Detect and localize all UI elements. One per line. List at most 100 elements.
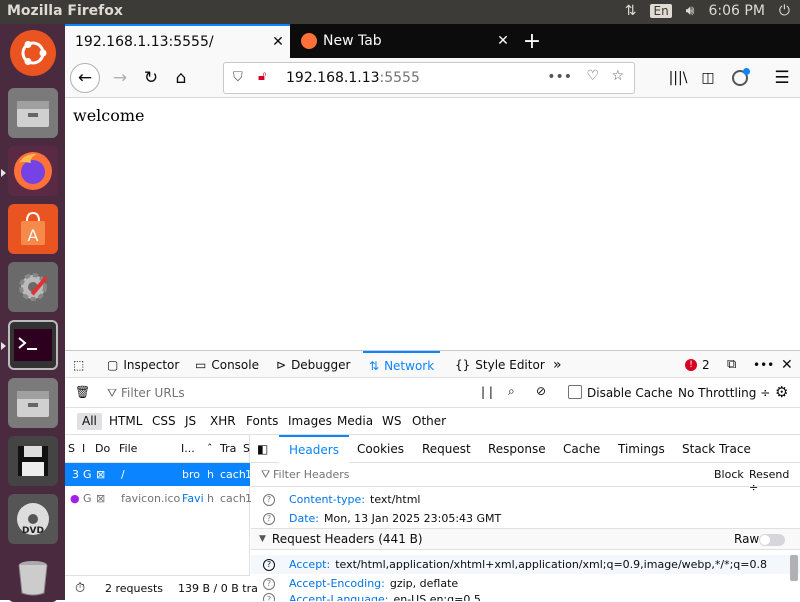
column-domain[interactable]: Do [95,435,110,462]
dvd-icon[interactable]: DVD [8,494,58,544]
filter-xhr[interactable]: XHR [205,413,241,430]
request-row[interactable]: 3 G ⊠ / bro h cach 1 [65,463,252,486]
volume-icon[interactable]: 🔊︎ [686,3,695,19]
expand-triangle-icon[interactable]: ▼ [259,534,266,544]
software-center-icon[interactable]: A [8,204,58,254]
tab-network[interactable]: ⇅ Network [363,351,441,378]
tab-new-tab[interactable]: New Tab ✕ [293,24,515,58]
shield-icon[interactable]: ⛉ [233,70,243,85]
more-tools-chevron-icon[interactable]: » [553,351,562,378]
ubuntu-dash-icon[interactable] [10,30,56,76]
request-row[interactable]: ● G ⊠ favicon.ico Favi h cach 1 [65,487,252,510]
url-bar[interactable]: ⛉ 🔓︎ 192.168.1.13:5555 ••• ♡ ☆ [223,62,635,94]
performance-stopwatch-icon[interactable]: ⏱ [75,581,85,596]
reload-button[interactable]: ↻ [136,63,166,93]
sidebar-icon[interactable]: ◫ [693,63,723,93]
running-indicator [1,342,6,350]
filter-js[interactable]: JS [180,413,201,430]
filter-headers-input[interactable]: Filter Headers [273,468,350,481]
dock-options-icon[interactable]: ⧉ [727,351,736,378]
tab-cache[interactable]: Cache [563,435,600,463]
close-icon[interactable]: ✕ [266,34,290,50]
element-picker-icon[interactable]: ⬚ [73,351,84,378]
search-icon[interactable]: ⌕ [508,384,515,399]
tab-stack-trace[interactable]: Stack Trace [682,435,751,463]
block-icon[interactable]: ⊘ [536,384,546,398]
home-button[interactable]: ⌂ [166,63,196,93]
filter-all[interactable]: All [77,413,102,430]
back-button[interactable]: ← [70,63,100,93]
filter-ws[interactable]: WS [377,413,406,430]
hamburger-menu-icon[interactable]: ☰ [767,63,797,93]
filter-media[interactable]: Media [332,413,378,430]
tab-request[interactable]: Request [422,435,471,463]
terminal-icon[interactable] [8,320,58,370]
column-status[interactable]: S [68,435,75,462]
tab-response[interactable]: Response [488,435,546,463]
disable-cache-checkbox[interactable] [568,385,582,399]
keyboard-language-indicator[interactable]: En [650,4,672,18]
forward-button[interactable]: → [105,63,135,93]
column-initiator[interactable]: I... [181,435,195,462]
firefox-icon[interactable] [8,146,58,196]
error-icon: ! [685,358,697,371]
block-button[interactable]: Block [714,468,744,481]
tab-active[interactable]: 192.168.1.13:5555/ ✕ [65,24,290,58]
tab-console[interactable]: ▭ Console [195,351,259,378]
raw-toggle[interactable] [759,534,785,546]
pause-button[interactable]: | | [481,385,493,399]
library-icon[interactable]: |||\ [663,63,693,93]
insecure-icon: ⊠ [96,468,106,481]
tab-timings[interactable]: Timings [618,435,665,463]
error-count-badge[interactable]: ! 2 [685,351,710,378]
help-icon[interactable]: ? [263,577,275,590]
floppy-icon[interactable] [8,436,58,486]
column-type[interactable]: ˆ [207,435,213,462]
filter-html[interactable]: HTML [104,413,147,430]
insecure-lock-icon[interactable]: 🔓︎ [258,69,266,84]
close-devtools-icon[interactable]: ✕ [781,351,793,378]
files-icon-2[interactable] [8,378,58,428]
request-headers-section-header[interactable]: ▼ Request Headers (441 B) Raw [251,528,800,550]
filter-fonts[interactable]: Fonts [241,413,283,430]
page-actions-button[interactable]: ••• [547,69,572,85]
filter-other[interactable]: Other [407,413,451,430]
network-settings-gear-icon[interactable]: ⚙ [775,383,788,401]
devtools-menu-icon[interactable]: ••• [753,351,774,378]
power-icon[interactable]: ⏻ [779,3,790,19]
account-icon[interactable] [725,63,755,93]
bookmark-star-icon[interactable]: ☆ [611,68,624,84]
help-icon[interactable]: ? [263,493,275,506]
toggle-sidebar-icon[interactable]: ◧ [257,435,268,463]
disable-cache-label: Disable Cache [587,386,673,400]
system-settings-icon[interactable] [8,262,58,312]
trash-icon[interactable] [8,552,58,602]
filter-css[interactable]: CSS [147,413,181,430]
network-arrows-icon[interactable]: ⇅ [625,3,637,19]
files-icon[interactable] [8,88,58,138]
tab-inspector[interactable]: ▢ Inspector [107,351,179,378]
column-transferred[interactable]: Tra [220,435,236,462]
help-icon[interactable]: ? [263,558,275,571]
new-tab-button[interactable]: + [517,24,547,58]
filter-urls-input[interactable]: Filter URLs [121,386,185,400]
tab-debugger[interactable]: ⊳ Debugger [276,351,350,378]
filter-images[interactable]: Images [283,413,337,430]
throttling-select[interactable]: No Throttling ÷ [678,386,770,400]
network-status-bar: ⏱ 2 requests 139 B / 0 B tra [65,575,258,601]
clock[interactable]: 6:06 PM [709,3,765,19]
tab-headers[interactable]: Headers [279,435,349,463]
response-header-row: ? Date: Mon, 13 Jan 2025 23:05:43 GMT [251,509,800,528]
tab-style-editor[interactable]: {} Style Editor [455,351,545,378]
column-size[interactable]: S [243,435,250,462]
help-icon[interactable]: ? [263,512,275,525]
column-file[interactable]: File [119,435,137,462]
column-method[interactable]: I [82,435,85,462]
scrollbar-thumb[interactable] [790,555,798,581]
pocket-icon[interactable]: ♡ [586,68,599,84]
close-icon[interactable]: ✕ [491,33,515,49]
url-text[interactable]: 192.168.1.13:5555 [286,70,420,86]
clear-trash-icon[interactable]: 🗑︎ [75,385,90,399]
tab-title: 192.168.1.13:5555/ [75,34,214,50]
tab-cookies[interactable]: Cookies [357,435,404,463]
